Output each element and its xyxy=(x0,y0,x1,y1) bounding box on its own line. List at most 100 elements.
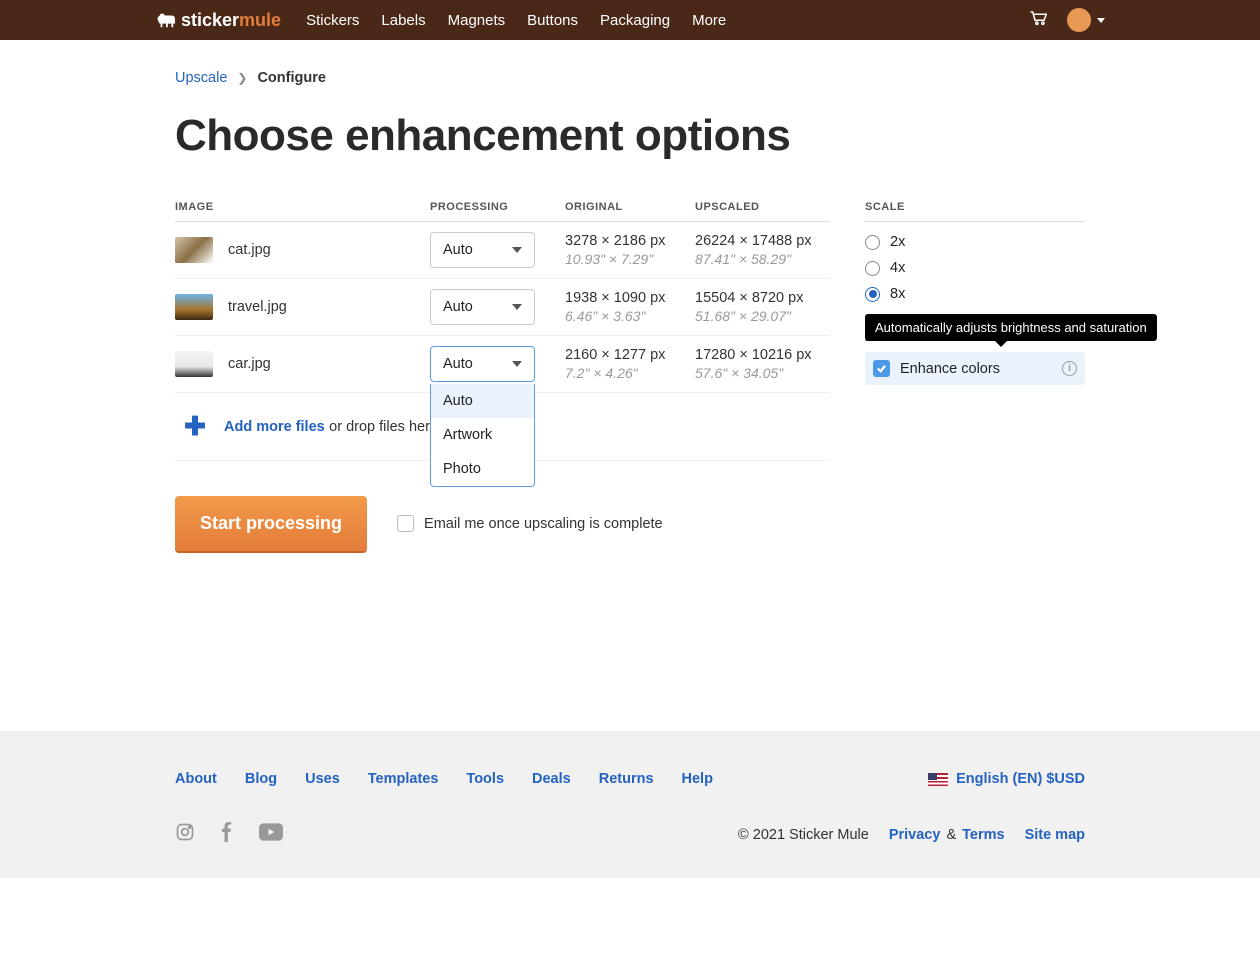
nav-more[interactable]: More xyxy=(692,12,726,29)
footer-returns[interactable]: Returns xyxy=(599,771,654,787)
th-original: ORIGINAL xyxy=(565,201,695,213)
plus-icon: ✚ xyxy=(181,411,209,442)
nav-links: Stickers Labels Magnets Buttons Packagin… xyxy=(306,12,1029,29)
original-px: 1938 × 1090 px xyxy=(565,290,695,306)
chevron-right-icon: ❯ xyxy=(237,71,247,85)
upscaled-px: 17280 × 10216 px xyxy=(695,347,830,363)
logo-text-b: mule xyxy=(239,10,281,31)
thumbnail xyxy=(175,294,213,320)
original-px: 3278 × 2186 px xyxy=(565,233,695,249)
dropdown-option-photo[interactable]: Photo xyxy=(431,452,534,486)
scale-2x[interactable]: 2x xyxy=(865,234,1085,250)
scale-4x[interactable]: 4x xyxy=(865,260,1085,276)
select-value: Auto xyxy=(443,356,473,372)
amp: & xyxy=(946,827,956,843)
flag-us-icon xyxy=(928,773,948,786)
filename: car.jpg xyxy=(228,356,271,372)
original-in: 7.2" × 4.26" xyxy=(565,365,695,381)
breadcrumb-root[interactable]: Upscale xyxy=(175,70,227,86)
caret-down-icon xyxy=(512,304,522,310)
footer-templates[interactable]: Templates xyxy=(368,771,439,787)
privacy-link[interactable]: Privacy xyxy=(889,827,941,843)
footer-help[interactable]: Help xyxy=(682,771,713,787)
table-row: cat.jpg Auto 3278 × 2186 px 10.93" × 7.2… xyxy=(175,222,830,279)
checkbox-icon xyxy=(397,515,414,532)
start-processing-button[interactable]: Start processing xyxy=(175,496,367,551)
processing-dropdown: Auto Artwork Photo xyxy=(430,384,535,487)
email-checkbox[interactable]: Email me once upscaling is complete xyxy=(397,515,663,532)
youtube-icon[interactable] xyxy=(259,822,283,848)
table-row: car.jpg Auto Auto Artwork Photo 2160 × 1… xyxy=(175,336,830,392)
dropdown-option-auto[interactable]: Auto xyxy=(431,384,534,418)
footer-about[interactable]: About xyxy=(175,771,217,787)
sitemap-link[interactable]: Site map xyxy=(1025,827,1085,843)
nav-labels[interactable]: Labels xyxy=(381,12,425,29)
processing-select[interactable]: Auto xyxy=(430,232,535,268)
enhance-colors-label: Enhance colors xyxy=(900,361,1052,377)
breadcrumb-current: Configure xyxy=(257,70,325,86)
upscaled-px: 26224 × 17488 px xyxy=(695,233,830,249)
info-icon[interactable]: i xyxy=(1062,361,1077,376)
original-px: 2160 × 1277 px xyxy=(565,347,695,363)
terms-link[interactable]: Terms xyxy=(962,827,1004,843)
nav-magnets[interactable]: Magnets xyxy=(448,12,506,29)
radio-icon xyxy=(865,287,880,302)
footer-deals[interactable]: Deals xyxy=(532,771,571,787)
upscaled-in: 87.41" × 58.29" xyxy=(695,251,830,267)
footer-uses[interactable]: Uses xyxy=(305,771,340,787)
table-header: IMAGE PROCESSING ORIGINAL UPSCALED xyxy=(175,201,830,222)
scale-radio-group: 2x 4x 8x xyxy=(865,234,1085,302)
footer: About Blog Uses Templates Tools Deals Re… xyxy=(0,731,1260,878)
scale-8x[interactable]: 8x xyxy=(865,286,1085,302)
original-in: 10.93" × 7.29" xyxy=(565,251,695,267)
avatar xyxy=(1067,8,1091,32)
add-more-link[interactable]: Add more files xyxy=(224,419,325,435)
caret-down-icon xyxy=(512,247,522,253)
th-upscaled: UPSCALED xyxy=(695,201,830,213)
radio-icon xyxy=(865,261,880,276)
locale-selector[interactable]: English (EN) $USD xyxy=(928,771,1085,787)
add-more-rest: or drop files here xyxy=(329,419,438,435)
copyright-text: © 2021 Sticker Mule xyxy=(738,827,869,843)
navbar: stickermule Stickers Labels Magnets Butt… xyxy=(0,0,1260,40)
dropdown-option-artwork[interactable]: Artwork xyxy=(431,418,534,452)
scale-label: 4x xyxy=(890,260,905,276)
th-processing: PROCESSING xyxy=(430,201,565,213)
user-menu[interactable] xyxy=(1067,8,1105,32)
thumbnail xyxy=(175,351,213,377)
scale-label: 8x xyxy=(890,286,905,302)
caret-down-icon xyxy=(1097,18,1105,23)
select-value: Auto xyxy=(443,299,473,315)
scale-label: 2x xyxy=(890,234,905,250)
th-image: IMAGE xyxy=(175,201,430,213)
radio-icon xyxy=(865,235,880,250)
upscaled-in: 57.6" × 34.05" xyxy=(695,365,830,381)
upscaled-px: 15504 × 8720 px xyxy=(695,290,830,306)
facebook-icon[interactable] xyxy=(217,822,237,848)
nav-buttons[interactable]: Buttons xyxy=(527,12,578,29)
instagram-icon[interactable] xyxy=(175,822,195,848)
logo[interactable]: stickermule xyxy=(155,10,281,31)
processing-select[interactable]: Auto xyxy=(430,289,535,325)
select-value: Auto xyxy=(443,242,473,258)
page-title: Choose enhancement options xyxy=(175,111,1085,161)
footer-tools[interactable]: Tools xyxy=(466,771,504,787)
cart-icon[interactable] xyxy=(1029,10,1047,31)
footer-blog[interactable]: Blog xyxy=(245,771,277,787)
filename: travel.jpg xyxy=(228,299,287,315)
breadcrumb: Upscale ❯ Configure xyxy=(175,70,1085,86)
tooltip: Automatically adjusts brightness and sat… xyxy=(865,314,1157,341)
thumbnail xyxy=(175,237,213,263)
scale-header: SCALE xyxy=(865,201,1085,222)
filename: cat.jpg xyxy=(228,242,271,258)
enhance-colors-row[interactable]: Enhance colors i xyxy=(865,352,1085,385)
mule-icon xyxy=(155,11,177,29)
caret-down-icon xyxy=(512,361,522,367)
processing-select[interactable]: Auto xyxy=(430,346,535,382)
checkbox-checked-icon xyxy=(873,360,890,377)
locale-label: English (EN) $USD xyxy=(956,771,1085,787)
email-label: Email me once upscaling is complete xyxy=(424,516,663,532)
nav-stickers[interactable]: Stickers xyxy=(306,12,359,29)
table-row: travel.jpg Auto 1938 × 1090 px 6.46" × 3… xyxy=(175,279,830,336)
nav-packaging[interactable]: Packaging xyxy=(600,12,670,29)
